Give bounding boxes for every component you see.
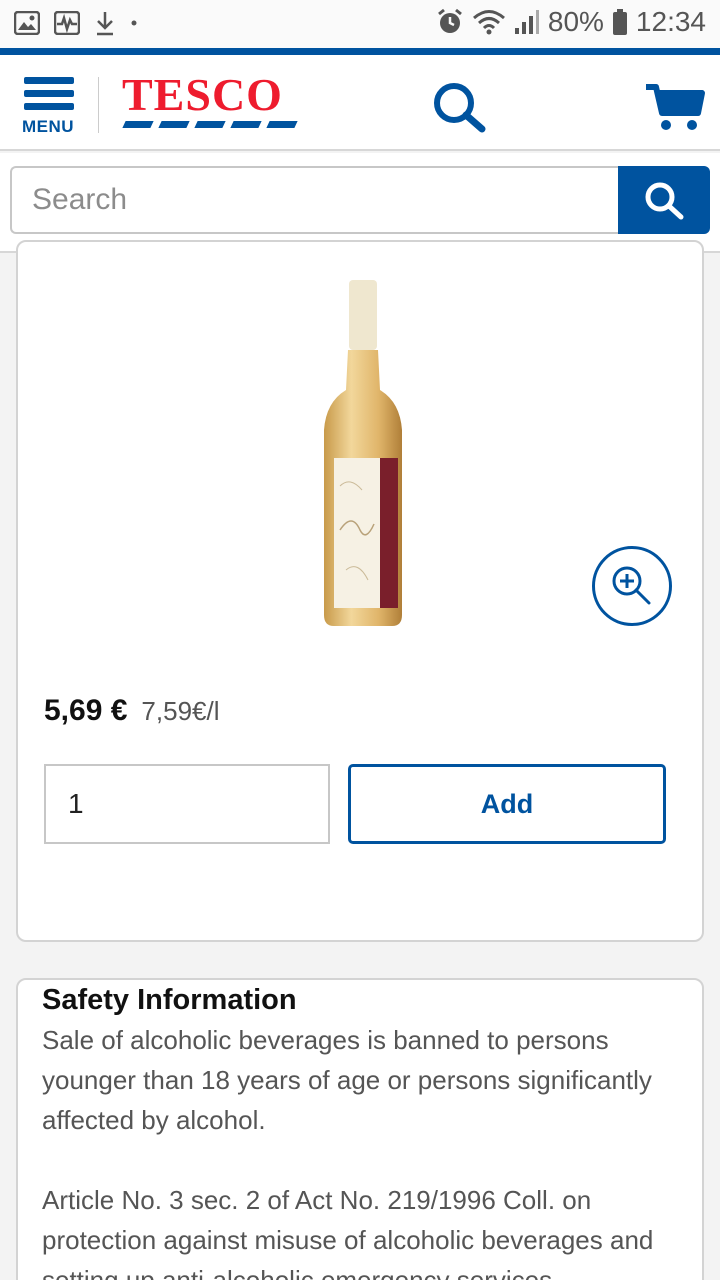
wifi-icon [472,10,505,35]
zoom-in-icon [612,566,651,605]
clock: 12:34 [635,6,706,37]
status-left-icons [14,10,138,36]
safety-information-card: Safety Information Sale of alcoholic bev… [16,978,704,1280]
status-bar: 80% 12:34 [0,0,720,48]
safety-text: Sale of alcoholic beverages is banned to… [42,1020,682,1280]
header-search-button[interactable] [430,79,490,135]
header-accent-rule [0,48,720,55]
cart-button[interactable] [644,81,706,133]
quantity-input[interactable] [44,764,330,844]
cart-icon [646,84,705,130]
unit-price: 7,59€/l [141,696,220,726]
menu-label: MENU [22,117,75,136]
search-icon [434,83,486,133]
search-input[interactable] [10,166,620,234]
add-to-basket-button[interactable]: Add [348,764,666,844]
search-icon [645,182,684,219]
safety-title: Safety Information [42,984,297,1016]
legal-paragraph: Article No. 3 sec. 2 of Act No. 219/1996… [42,1185,654,1280]
zoom-button[interactable] [592,546,672,626]
hamburger-icon [24,77,74,116]
search-submit-button[interactable] [618,166,710,234]
battery-percent: 80% [547,6,604,37]
tesco-logo[interactable]: TESCO [122,69,300,135]
logo-text: TESCO [122,69,283,120]
signal-icon [514,10,539,34]
header-divider [98,77,99,133]
site-header: MENU TESCO [0,55,720,151]
product-image[interactable] [318,280,408,630]
price-row: 5,69 € 7,59€/l [44,694,220,728]
menu-button[interactable]: MENU [22,77,78,136]
safety-paragraph: Sale of alcoholic beverages is banned to… [42,1025,652,1135]
logo-stripes [122,121,298,128]
dot-icon [131,20,137,26]
battery-icon [612,9,627,35]
search-bar [0,153,720,253]
gallery-icon [14,11,40,35]
alarm-icon [437,8,462,33]
status-right: 80% 12:34 [436,6,706,38]
activity-icon [54,11,80,35]
product-card: 5,69 € 7,59€/l Add [16,240,704,942]
download-icon [97,12,113,36]
product-price: 5,69 € [44,694,128,727]
